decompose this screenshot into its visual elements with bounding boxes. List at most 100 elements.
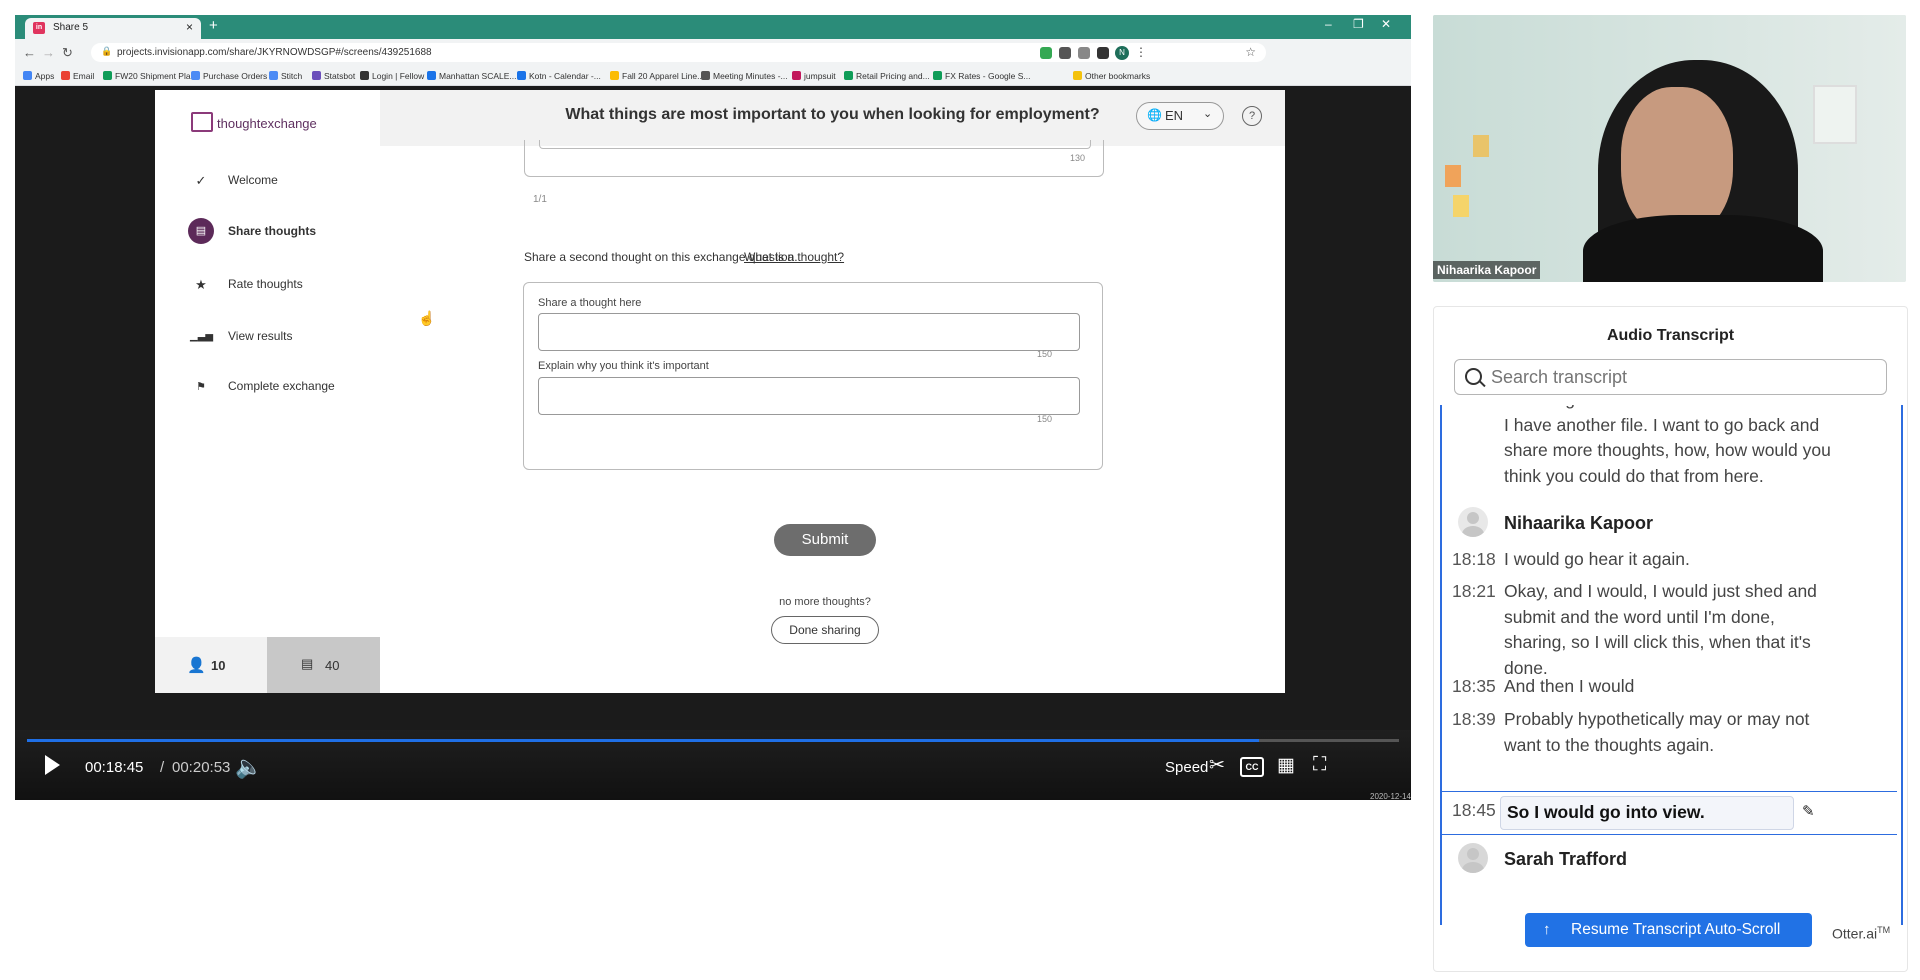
star-icon: ★ — [195, 277, 207, 292]
transcript-title: Audio Transcript — [1606, 327, 1735, 344]
current-time: 00:18:45 — [85, 759, 144, 776]
progress-bar[interactable] — [27, 739, 1399, 742]
extension-icon[interactable] — [1059, 47, 1071, 59]
help-icon[interactable]: ? — [1242, 106, 1262, 126]
timestamp[interactable]: 18:35 — [1452, 674, 1496, 700]
bookmark-item[interactable]: Retail Pricing and... — [844, 71, 930, 81]
speaker-header: Sarah Trafford — [1442, 841, 1892, 881]
invision-favicon-icon: in — [33, 22, 45, 34]
participants-counter: 👤 10 — [155, 637, 267, 693]
timestamp[interactable]: 18:39 — [1452, 707, 1496, 733]
thoughtexchange-app: thoughtexchange ✓ Welcome ▤ Share though… — [155, 90, 1285, 693]
tab-title: Share 5 — [53, 22, 89, 33]
fullscreen-icon[interactable]: ⛶ — [1313, 754, 1326, 776]
timestamp[interactable]: 18:45 — [1452, 800, 1496, 821]
refresh-icon[interactable]: ↻ — [62, 45, 73, 61]
resume-auto-scroll-button[interactable]: ↑ Resume Transcript Auto-Scroll — [1525, 913, 1812, 947]
flag-icon: ⚑ — [196, 381, 206, 393]
sticky-note — [1445, 165, 1461, 187]
timestamp[interactable]: 18:21 — [1452, 579, 1496, 605]
thought-char-count: 150 — [1036, 349, 1052, 359]
minimize-icon[interactable]: – — [1325, 17, 1332, 31]
bookmark-item[interactable]: Purchase Orders — [191, 71, 267, 81]
previous-thought-card: 130 — [524, 140, 1104, 177]
previous-thought-field — [539, 140, 1091, 149]
what-is-a-thought-link[interactable]: What is a thought? — [744, 250, 844, 264]
transcript-scroll-area[interactable]: want to go back and re or share more lik… — [1440, 405, 1903, 925]
thoughtexchange-logo: thoughtexchange — [191, 112, 317, 132]
transcript-search[interactable] — [1454, 359, 1887, 395]
speaker-header: Nihaarika Kapoor — [1442, 505, 1892, 545]
puzzle-icon[interactable] — [1097, 47, 1109, 59]
bookmark-item[interactable]: Statsbot — [312, 71, 355, 81]
avatar — [1458, 843, 1488, 873]
participant-name-label: Nihaarika Kapoor — [1433, 261, 1541, 279]
thought-input[interactable] — [538, 313, 1080, 351]
address-bar: ← → ↻ 🔒 projects.invisionapp.com/share/J… — [15, 39, 1411, 67]
wall-frame — [1813, 85, 1857, 144]
new-thought-card: Share a thought here 150 Explain why you… — [523, 282, 1103, 470]
close-tab-icon[interactable]: × — [186, 20, 193, 34]
browser-tab[interactable]: in Share 5 × — [25, 18, 201, 39]
arrow-up-icon: ↑ — [1543, 921, 1551, 938]
bookmark-item[interactable]: jumpsuit — [792, 71, 836, 81]
extension-icon[interactable] — [1040, 47, 1052, 59]
bookmark-star-icon[interactable]: ☆ — [1245, 45, 1256, 59]
transcript-search-input[interactable] — [1489, 364, 1873, 390]
reason-input[interactable] — [538, 377, 1080, 415]
current-line-highlight[interactable]: So I would go into view. — [1500, 796, 1794, 830]
total-time: 00:20:53 — [172, 759, 231, 776]
volume-icon[interactable]: 🔈 — [235, 754, 262, 780]
done-sharing-button[interactable]: Done sharing — [771, 616, 879, 644]
current-transcript-line[interactable]: 18:45 So I would go into view. ✎ — [1442, 791, 1897, 835]
question-header: What things are most important to you wh… — [380, 90, 1285, 146]
menu-dots-icon[interactable]: ⋮ — [1135, 45, 1147, 59]
chevron-down-icon: ⌄ — [1203, 108, 1213, 120]
scissors-icon[interactable]: ✂ — [1209, 754, 1225, 777]
video-player[interactable]: in Share 5 × + – ❐ ✕ ← → ↻ 🔒 projects.in… — [15, 15, 1411, 800]
sticky-note — [1473, 135, 1489, 157]
thought-pager: 1/1 — [533, 194, 547, 205]
search-icon — [1465, 368, 1482, 385]
bookmark-item[interactable]: Kotn - Calendar -... — [517, 71, 601, 81]
language-select[interactable]: 🌐 EN ⌄ — [1136, 102, 1224, 130]
bookmark-item[interactable]: Login | Fellow — [360, 71, 424, 81]
share-thoughts-icon: ▤ — [188, 218, 214, 244]
char-count: 130 — [1069, 153, 1085, 163]
new-tab-icon[interactable]: + — [209, 17, 218, 34]
speaker-name: Nihaarika Kapoor — [1504, 513, 1654, 533]
reason-char-count: 150 — [1036, 414, 1052, 424]
window-close-icon[interactable]: ✕ — [1381, 17, 1391, 31]
check-icon: ✓ — [195, 173, 207, 188]
closed-captions-icon[interactable]: CC — [1240, 757, 1264, 777]
bookmark-item[interactable]: Meeting Minutes -... — [701, 71, 788, 81]
bookmark-apps[interactable]: Apps — [23, 71, 54, 81]
bookmark-item[interactable]: Manhattan SCALE... — [427, 71, 517, 81]
reason-field-label: Explain why you think it's important — [538, 360, 709, 372]
globe-icon: 🌐 — [1147, 108, 1162, 122]
bookmark-email[interactable]: Email — [61, 71, 94, 81]
otter-brand: Otter.aiTM — [1832, 925, 1891, 942]
timestamp[interactable]: 18:18 — [1452, 547, 1496, 573]
bookmark-item[interactable]: FX Rates - Google S... — [933, 71, 1031, 81]
bookmark-other[interactable]: Other bookmarks — [1073, 71, 1150, 81]
bookmarks-bar: Apps Email FW20 Shipment Pla... Purchase… — [15, 67, 1411, 86]
extension-icon[interactable] — [1078, 47, 1090, 59]
bookmark-item[interactable]: Fall 20 Apparel Line... — [610, 71, 704, 81]
edit-pencil-icon[interactable]: ✎ — [1802, 802, 1815, 820]
share-thoughts-content: 130 1/1 Share a second thought on this e… — [380, 140, 1285, 693]
layout-icon[interactable]: ▦ — [1277, 754, 1295, 777]
speed-button[interactable]: Speed — [1165, 759, 1208, 776]
forward-arrow-icon[interactable]: → — [42, 45, 55, 60]
submit-button[interactable]: Submit — [774, 524, 876, 556]
bookmark-item[interactable]: Stitch — [269, 71, 302, 81]
profile-avatar[interactable]: N — [1115, 46, 1129, 60]
bookmark-item[interactable]: FW20 Shipment Pla... — [103, 71, 198, 81]
play-icon[interactable] — [45, 755, 60, 775]
browser-tab-bar: in Share 5 × + – ❐ ✕ — [15, 15, 1411, 39]
back-arrow-icon[interactable]: ← — [23, 45, 36, 60]
url-text: projects.invisionapp.com/share/JKYRNOWDS… — [117, 47, 432, 58]
restore-icon[interactable]: ❐ — [1353, 17, 1364, 31]
thoughts-counter: ▤ 40 — [267, 637, 380, 693]
time-separator: / — [160, 759, 165, 776]
